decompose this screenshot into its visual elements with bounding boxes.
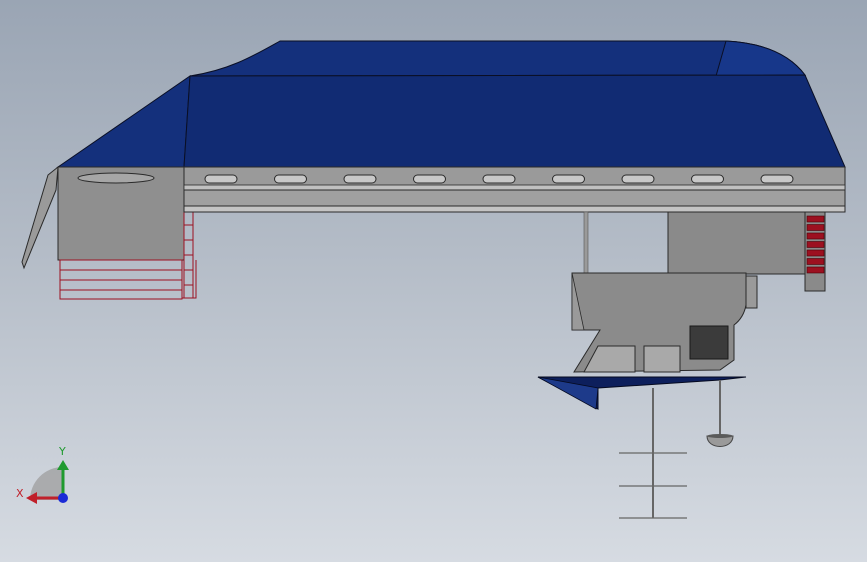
cabin-window-right — [643, 345, 681, 373]
rail-slot — [274, 174, 307, 184]
triad-y-label: Y — [58, 445, 66, 458]
rail-lower-band — [183, 189, 846, 207]
rear-housing-box — [667, 211, 809, 275]
canopy-main-side — [183, 74, 846, 168]
hanging-probe — [706, 380, 734, 447]
rail-slot — [552, 174, 585, 184]
ladder-mast — [619, 388, 687, 519]
front-visor — [21, 165, 59, 270]
axis-triad: Y X — [16, 445, 69, 504]
side-rail — [183, 166, 846, 213]
rail-mid-band — [183, 184, 846, 191]
rail-slot — [204, 174, 238, 184]
front-red-grille — [59, 259, 183, 300]
canopy-roof — [56, 40, 846, 168]
rail-slot — [691, 174, 724, 184]
support-pole — [583, 211, 589, 275]
triad-y-arrow — [57, 460, 69, 470]
model-drawing: Y X — [16, 40, 846, 519]
rail-slot — [621, 174, 655, 184]
triad-z-origin — [58, 493, 68, 503]
red-vent — [806, 232, 825, 240]
front-slot — [77, 172, 155, 184]
red-vent — [806, 249, 825, 257]
rail-slot — [413, 174, 446, 184]
red-vent — [806, 258, 825, 265]
rail-slot — [760, 174, 794, 184]
cabin-side-box — [745, 275, 758, 309]
red-vent — [806, 241, 825, 248]
rail-slots — [204, 174, 794, 184]
canopy-upper-panel — [189, 40, 806, 77]
canopy-rear-panel — [715, 40, 806, 77]
red-vent — [806, 215, 825, 223]
rail-slot — [482, 174, 516, 184]
rail-bottom-band — [183, 205, 846, 213]
red-vents — [806, 215, 825, 274]
front-ladder — [182, 212, 197, 299]
front-body — [57, 166, 197, 300]
red-vent — [806, 224, 825, 231]
lower-cabin — [537, 272, 758, 410]
cabin-dark-panel — [689, 325, 729, 360]
cad-viewport[interactable]: Y X — [0, 0, 867, 562]
triad-x-label: X — [16, 487, 24, 500]
rail-slot — [343, 174, 377, 184]
red-vent — [806, 266, 825, 274]
canopy-front-slope — [56, 75, 191, 168]
